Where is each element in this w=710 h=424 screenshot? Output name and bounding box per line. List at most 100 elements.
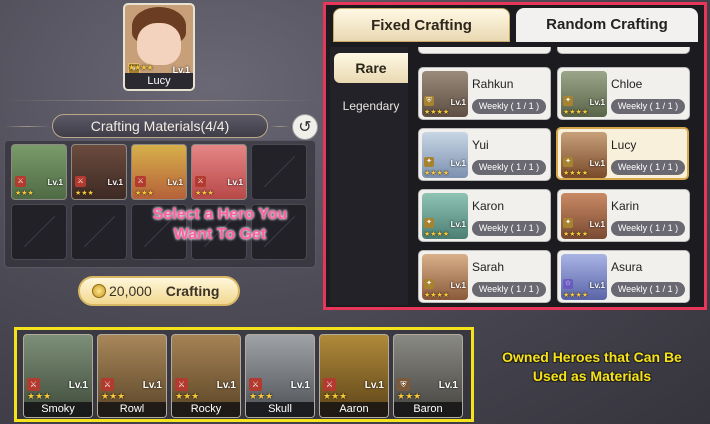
material-slot-empty[interactable]	[251, 144, 307, 200]
class-icon: ✦	[563, 96, 573, 106]
class-icon: ✦	[563, 157, 573, 167]
hero-name: Chloe	[611, 77, 643, 91]
hero-name: Lucy	[611, 138, 637, 152]
owned-hero-card[interactable]: ⚔ Lv.1 ★★★ Skull	[245, 334, 315, 418]
material-slot-empty[interactable]	[71, 204, 127, 260]
material-level: Lv.1	[227, 178, 243, 187]
owned-hero-card[interactable]: ⚔ Lv.1 ★★★ Aaron	[319, 334, 389, 418]
hero-portrait: ✦ Lv.1 ★★★★	[422, 132, 468, 178]
class-icon: ☆	[563, 279, 573, 289]
tab-random-crafting[interactable]: Random Crafting	[516, 8, 698, 42]
material-slot-filled[interactable]: ⚔ Lv.1 ★★★	[71, 144, 127, 200]
hero-name: Rowl	[98, 402, 166, 417]
material-stars: ★★★	[195, 190, 214, 197]
hero-name: Rocky	[172, 402, 240, 417]
crafting-button[interactable]: 20,000 Crafting	[78, 276, 240, 306]
hero-stars: ★★★★	[424, 292, 450, 299]
hero-name: Aaron	[320, 402, 388, 417]
hero-stars: ★★★★	[563, 292, 589, 299]
reset-icon[interactable]: ↺	[292, 114, 318, 140]
material-stars: ★★★	[15, 190, 34, 197]
class-icon: ✦	[424, 279, 434, 289]
hero-level: Lv.1	[438, 380, 458, 391]
class-icon: ⚔	[323, 378, 336, 391]
hero-name: Karin	[611, 199, 640, 213]
materials-grid: ⚔ Lv.1 ★★★ ⚔ Lv.1 ★★★ ⚔ Lv.1 ★★★ ⚔ Lv.1 …	[4, 140, 316, 268]
category-rare[interactable]: Rare	[334, 53, 408, 83]
class-icon: ⚔	[249, 378, 262, 391]
hero-level: Lv.1	[589, 281, 605, 290]
hero-card[interactable]: ✦ Lv.1 ★★★★ Sarah Weekly ( 1 / 1 )	[418, 250, 551, 303]
hero-card[interactable]: ✦ Lv.1 ★★★★ Karin Weekly ( 1 / 1 )	[557, 189, 690, 242]
hero-stars: ★★★	[27, 391, 52, 401]
hero-level: Lv.1	[589, 98, 605, 107]
weekly-limit: Weekly ( 1 / 1 )	[611, 282, 685, 297]
hint-line: Select a Hero You	[152, 206, 288, 223]
hero-name: Sarah	[472, 260, 505, 274]
class-icon: ⚔	[175, 378, 188, 391]
class-icon: ⚔	[15, 176, 26, 187]
hero-stars: ★★★	[397, 391, 422, 401]
owned-hero-card[interactable]: ⛨ Lv.1 ★★★ Baron	[393, 334, 463, 418]
hero-stars: ★★★	[249, 391, 274, 401]
material-level: Lv.1	[167, 178, 183, 187]
crafting-list-panel: Fixed Crafting Random Crafting Rare Lege…	[323, 2, 707, 310]
tab-fixed-crafting[interactable]: Fixed Crafting	[333, 8, 510, 42]
hero-stars: ★★★★	[424, 109, 450, 116]
material-stars: ★★★	[135, 190, 154, 197]
hero-card[interactable]: ✦ Lv.1 ★★★★ Yui Weekly ( 1 / 1 )	[418, 128, 551, 181]
hero-card[interactable]: ✦ Lv.1 ★★★★ Karon Weekly ( 1 / 1 )	[418, 189, 551, 242]
hero-name: Asura	[611, 260, 643, 274]
hero-stars: ★★★	[175, 391, 200, 401]
hero-stars: ★★★★	[424, 231, 450, 238]
divider	[4, 100, 318, 101]
weekly-limit: Weekly ( 1 / 1 )	[472, 221, 546, 236]
hero-level: Lv.1	[216, 380, 236, 391]
owned-hero-card[interactable]: ⚔ Lv.1 ★★★ Rowl	[97, 334, 167, 418]
craft-cost: 20,000	[109, 283, 152, 299]
hero-level: Lv.1	[68, 380, 88, 391]
owned-hero-card[interactable]: ⚔ Lv.1 ★★★ Rocky	[171, 334, 241, 418]
class-icon: ✦	[563, 218, 573, 228]
material-slot-empty[interactable]	[11, 204, 67, 260]
owned-hero-card[interactable]: ⚔ Lv.1 ★★★ Smoky	[23, 334, 93, 418]
divider	[270, 126, 290, 127]
hero-level: Lv.1	[364, 380, 384, 391]
owned-heroes-caption: Owned Heroes that Can Be Used as Materia…	[478, 348, 706, 386]
material-level: Lv.1	[107, 178, 123, 187]
hero-card[interactable]: ⛨ Lv.1 ★★★★ Rahkun Weekly ( 1 / 1 )	[418, 67, 551, 120]
rarity-sidebar: Rare Legendary	[330, 47, 408, 305]
hero-card-partial[interactable]	[418, 47, 551, 54]
hero-card[interactable]: ☆ Lv.1 ★★★★ Asura Weekly ( 1 / 1 )	[557, 250, 690, 303]
category-legendary[interactable]: Legendary	[334, 91, 408, 121]
hero-stars: ★★★★	[424, 170, 450, 177]
hero-name: Lucy	[125, 73, 193, 89]
material-slot-filled[interactable]: ⚔ Lv.1 ★★★	[131, 144, 187, 200]
class-icon: ⚔	[195, 176, 206, 187]
material-slot-filled[interactable]: ⚔ Lv.1 ★★★	[11, 144, 67, 200]
hero-name: Smoky	[24, 402, 92, 417]
hero-portrait: ✦ Lv.1 ★★★★	[561, 71, 607, 117]
hero-portrait: ✦ Lv.1 ★★★★	[561, 132, 607, 178]
material-slot-filled[interactable]: ⚔ Lv.1 ★★★	[191, 144, 247, 200]
hero-portrait: ✦ Lv.1 ★★★★	[422, 193, 468, 239]
selected-hero-portrait[interactable]: ✦ Lv.1 ★★★★ Lucy	[123, 3, 195, 91]
hero-card[interactable]: ✦ Lv.1 ★★★★ Chloe Weekly ( 1 / 1 )	[557, 67, 690, 120]
hero-name: Baron	[394, 402, 462, 417]
hero-card-partial[interactable]	[557, 47, 690, 54]
hero-name: Rahkun	[472, 77, 514, 91]
hero-stars: ★★★★	[563, 170, 589, 177]
craft-label: Crafting	[165, 283, 220, 299]
class-icon: ✦	[424, 157, 434, 167]
hero-stars: ★★★	[323, 391, 348, 401]
hero-card-selected[interactable]: ✦ Lv.1 ★★★★ Lucy Weekly ( 1 / 1 )	[556, 127, 689, 180]
weekly-limit: Weekly ( 1 / 1 )	[472, 160, 546, 175]
hero-level: Lv.1	[589, 159, 605, 168]
hero-stars: ★★★★	[563, 231, 589, 238]
weekly-limit: Weekly ( 1 / 1 )	[611, 221, 685, 236]
hero-level: Lv.1	[589, 220, 605, 229]
hero-stars: ★★★★	[128, 63, 154, 72]
hero-level: Lv.1	[450, 220, 466, 229]
class-icon: ⛨	[424, 96, 434, 106]
hero-level: Lv.1	[450, 98, 466, 107]
